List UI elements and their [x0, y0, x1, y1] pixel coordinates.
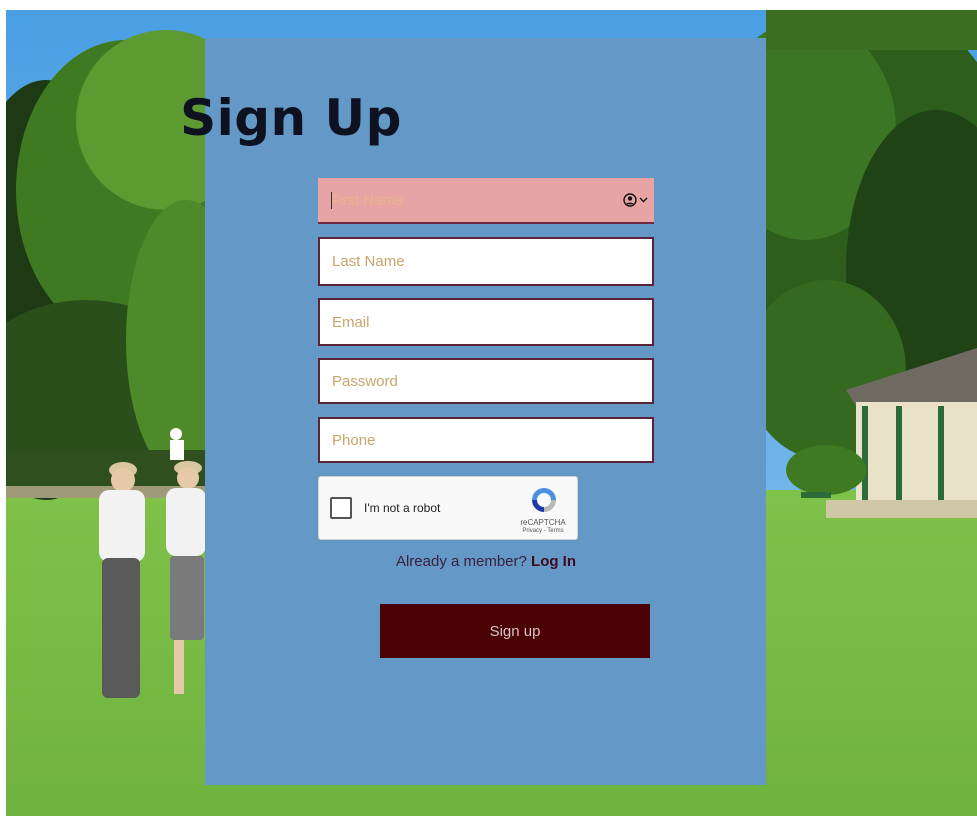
recaptcha-widget: I'm not a robot reCAPTCHA Privacy - Term…: [318, 476, 578, 540]
last-name-field[interactable]: [318, 237, 654, 286]
page: Sign Up I'm not a robot reCAPTCHA Privac…: [0, 0, 977, 817]
recaptcha-label: I'm not a robot: [364, 501, 441, 515]
password-field[interactable]: [318, 358, 654, 404]
first-name-field[interactable]: [318, 178, 654, 224]
page-title: Sign Up: [180, 89, 402, 147]
login-prompt: Already a member? Log In: [318, 553, 654, 570]
text-caret: [331, 192, 332, 209]
member-prompt-text: Already a member?: [395, 553, 527, 570]
email-field[interactable]: [318, 298, 654, 346]
chevron-down-icon: [639, 197, 648, 203]
phone-field[interactable]: [318, 417, 654, 463]
login-link[interactable]: Log In: [531, 553, 576, 570]
autofill-person-icon[interactable]: [623, 192, 651, 208]
recaptcha-logo-icon: [532, 488, 556, 512]
recaptcha-brand: reCAPTCHA: [520, 518, 566, 527]
person-circle-icon: [623, 193, 637, 207]
sign-up-button[interactable]: Sign up: [380, 604, 650, 658]
recaptcha-privacy-terms-links[interactable]: Privacy - Terms: [514, 528, 572, 534]
signup-panel: [205, 38, 766, 785]
recaptcha-checkbox[interactable]: [330, 497, 352, 519]
